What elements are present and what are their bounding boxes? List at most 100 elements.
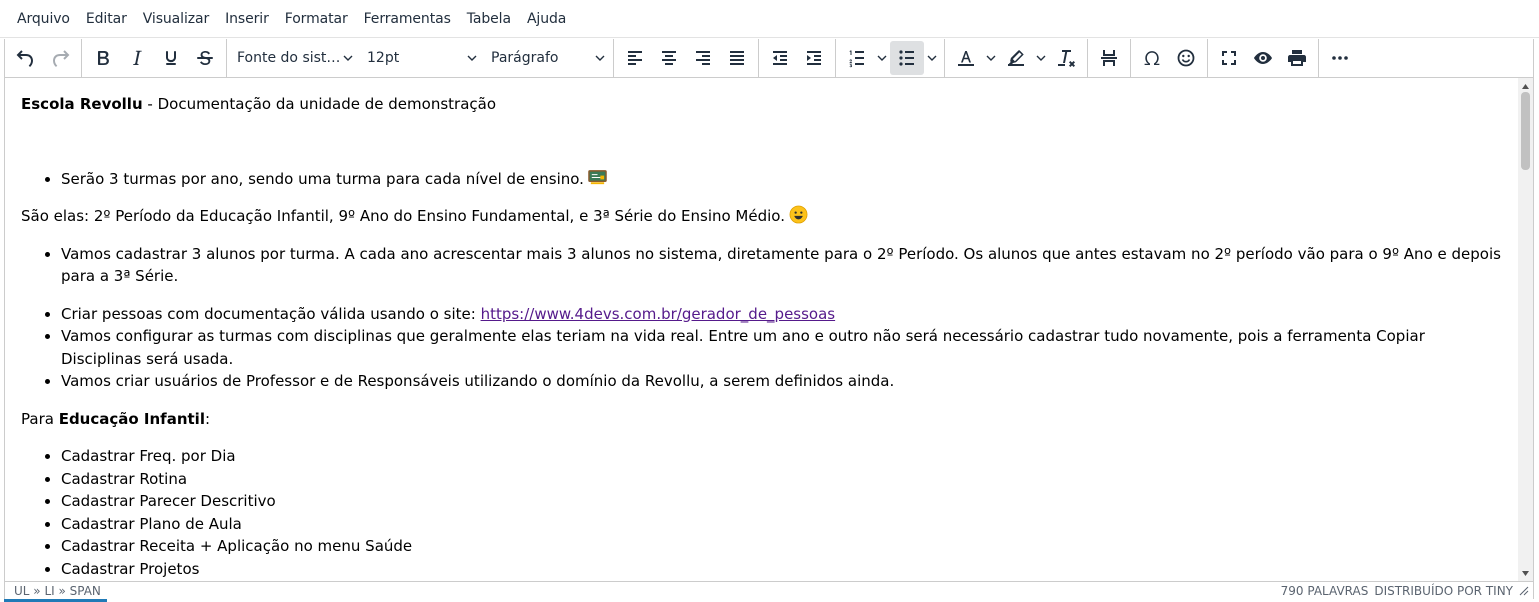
vertical-scrollbar[interactable] xyxy=(1518,78,1533,581)
menu-visualizar[interactable]: Visualizar xyxy=(135,7,217,31)
toolbar: Fonte do sist… 12pt Parágrafo xyxy=(4,39,1534,78)
page-break-icon xyxy=(1101,50,1117,66)
menu-formatar[interactable]: Formatar xyxy=(277,7,356,31)
list-item: Vamos cadastrar 3 alunos por turma. A ca… xyxy=(61,243,1501,288)
infantil-heading: Para Educação Infantil: xyxy=(21,409,211,428)
insert-group xyxy=(1131,39,1208,77)
clear-formatting-button[interactable] xyxy=(1049,41,1083,75)
list-item: Cadastrar Freq. por Dia xyxy=(61,445,1501,468)
fullscreen-button[interactable] xyxy=(1212,41,1246,75)
list-item: Vamos criar usuários de Professor e de R… xyxy=(61,370,1501,393)
menu-ajuda[interactable]: Ajuda xyxy=(519,7,574,31)
branding-link[interactable]: DISTRIBUÍDO POR TINY xyxy=(1374,584,1513,598)
print-button[interactable] xyxy=(1280,41,1314,75)
align-center-icon xyxy=(662,51,676,65)
redo-icon xyxy=(53,50,70,67)
underline-icon xyxy=(165,51,177,65)
text-color-dropdown[interactable] xyxy=(983,41,999,75)
chevron-down-icon xyxy=(877,55,887,61)
scroll-up-arrow-icon[interactable] xyxy=(1518,80,1533,92)
numbered-list-icon xyxy=(849,50,864,68)
eye-icon xyxy=(1254,52,1272,64)
scroll-down-arrow-icon[interactable] xyxy=(1518,567,1533,579)
bullet-list-button[interactable] xyxy=(890,41,924,75)
list-group xyxy=(836,39,945,77)
heading-subtitle: - Documentação da unidade de demonstraçã… xyxy=(142,95,497,113)
highlight-color-button[interactable] xyxy=(999,41,1033,75)
indent-icon xyxy=(807,51,821,65)
block-format-select[interactable]: Parágrafo xyxy=(483,41,611,75)
align-center-button[interactable] xyxy=(652,41,686,75)
menu-inserir[interactable]: Inserir xyxy=(217,7,277,31)
list-item: Criar pessoas com documentação válida us… xyxy=(61,303,1501,326)
classroom-emoji-icon xyxy=(588,169,607,184)
strikethrough-icon xyxy=(197,51,213,66)
omega-icon xyxy=(1144,51,1160,65)
italic-button[interactable] xyxy=(120,41,154,75)
special-char-button[interactable] xyxy=(1135,41,1169,75)
bullet-list: Serão 3 turmas por ano, sendo uma turma … xyxy=(21,168,1501,191)
document-body[interactable]: Escola Revollu - Documentação da unidade… xyxy=(21,93,1501,581)
empty-paragraph xyxy=(21,131,1501,168)
list-item: Cadastrar Receita + Aplicação no menu Sa… xyxy=(61,535,1501,558)
outdent-icon xyxy=(773,51,787,65)
editor-content-area[interactable]: Escola Revollu - Documentação da unidade… xyxy=(4,78,1534,581)
align-justify-button[interactable] xyxy=(720,41,754,75)
outdent-button[interactable] xyxy=(763,41,797,75)
text-color-split xyxy=(949,41,999,75)
word-count[interactable]: 790 PALAVRAS xyxy=(1281,584,1369,598)
align-right-button[interactable] xyxy=(686,41,720,75)
preview-button[interactable] xyxy=(1246,41,1280,75)
chevron-down-icon xyxy=(595,53,605,63)
font-family-select[interactable]: Fonte do sist… xyxy=(229,41,359,75)
school-name: Escola Revollu xyxy=(21,95,143,113)
smiley-icon xyxy=(1177,49,1195,67)
printer-icon xyxy=(1288,50,1306,66)
align-left-button[interactable] xyxy=(618,41,652,75)
list-item: Vamos configurar as turmas com disciplin… xyxy=(61,325,1501,370)
menu-tabela[interactable]: Tabela xyxy=(459,7,519,31)
redo-button[interactable] xyxy=(43,41,77,75)
font-size-select[interactable]: 12pt xyxy=(359,41,483,75)
underline-button[interactable] xyxy=(154,41,188,75)
list-item: Cadastrar Projetos xyxy=(61,558,1501,581)
menu-arquivo[interactable]: Arquivo xyxy=(9,7,78,31)
smiley-emoji-icon xyxy=(789,205,808,224)
numbered-list-split xyxy=(840,41,890,75)
strikethrough-button[interactable] xyxy=(188,41,222,75)
text-style-group xyxy=(82,39,227,77)
align-left-icon xyxy=(628,51,642,65)
color-group xyxy=(945,39,1088,77)
align-right-icon xyxy=(696,51,710,65)
indent-button[interactable] xyxy=(797,41,831,75)
page-break-button[interactable] xyxy=(1092,41,1126,75)
emoticons-button[interactable] xyxy=(1169,41,1203,75)
menu-ferramentas[interactable]: Ferramentas xyxy=(356,7,459,31)
chevron-down-icon xyxy=(927,55,937,61)
element-path[interactable]: UL » LI » SPAN xyxy=(14,584,101,598)
text-color-button[interactable] xyxy=(949,41,983,75)
undo-button[interactable] xyxy=(9,41,43,75)
text-color-icon xyxy=(958,51,974,66)
more-button[interactable] xyxy=(1323,41,1357,75)
list-item: Cadastrar Plano de Aula xyxy=(61,513,1501,536)
history-group xyxy=(5,39,82,77)
pagebreak-group xyxy=(1088,39,1131,77)
list-item: Cadastrar Rotina xyxy=(61,468,1501,491)
menu-editar[interactable]: Editar xyxy=(78,7,135,31)
bold-button[interactable] xyxy=(86,41,120,75)
generator-link[interactable]: https://www.4devs.com.br/gerador_de_pess… xyxy=(481,305,836,323)
resize-handle-icon[interactable] xyxy=(1519,586,1529,596)
chevron-down-icon xyxy=(467,53,477,63)
bullet-list-dropdown[interactable] xyxy=(924,41,940,75)
numbered-list-button[interactable] xyxy=(840,41,874,75)
highlight-color-dropdown[interactable] xyxy=(1033,41,1049,75)
clear-formatting-icon xyxy=(1058,50,1075,67)
indent-group xyxy=(759,39,836,77)
bold-icon xyxy=(98,51,109,65)
fullscreen-icon xyxy=(1222,51,1236,65)
document-heading: Escola Revollu - Documentação da unidade… xyxy=(21,93,1501,116)
numbered-list-dropdown[interactable] xyxy=(874,41,890,75)
menubar: Arquivo Editar Visualizar Inserir Format… xyxy=(0,0,1539,38)
scrollbar-thumb[interactable] xyxy=(1521,92,1530,170)
